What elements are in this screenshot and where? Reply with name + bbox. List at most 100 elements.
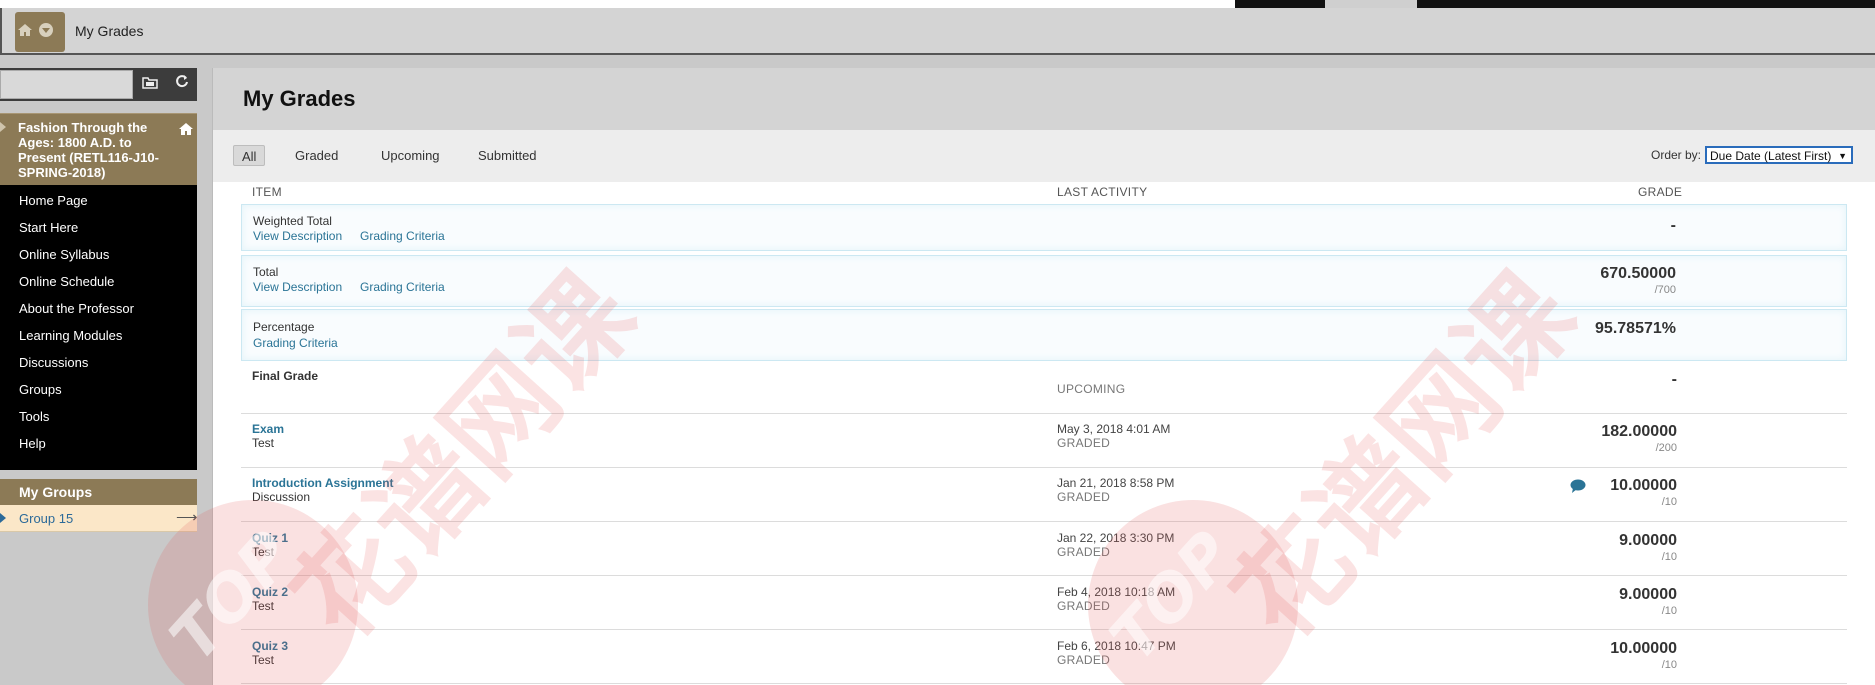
table-row: Exam Test May 3, 2018 4:01 AM GRADED 182… — [241, 414, 1847, 468]
course-header[interactable]: Fashion Through the Ages: 1800 A.D. to P… — [0, 113, 197, 185]
menu-item-home-page[interactable]: Home Page — [19, 193, 88, 208]
order-by-label: Order by: — [1651, 148, 1702, 162]
row-grade: 10.00000 — [1610, 640, 1677, 657]
top-strip — [0, 0, 1875, 8]
menu-item-discussions[interactable]: Discussions — [19, 355, 88, 370]
order-by-value: Due Date (Latest First) — [1710, 149, 1832, 163]
row-type: Test — [252, 599, 275, 613]
view-description-link[interactable]: View Description — [253, 280, 342, 294]
filter-bar: All Graded Upcoming Submitted Order by: … — [213, 130, 1875, 182]
comment-icon[interactable] — [1570, 479, 1586, 493]
row-status: GRADED — [1057, 545, 1111, 559]
row-activity: Feb 4, 2018 10:18 AM — [1057, 585, 1176, 599]
row-grade: 182.00000 — [1601, 423, 1677, 440]
row-grade: - — [1671, 371, 1677, 388]
row-title: Final Grade — [252, 369, 319, 383]
row-type: Test — [252, 653, 275, 667]
main-panel: My Grades All Graded Upcoming Submitted … — [212, 68, 1875, 685]
course-arrow-icon — [0, 122, 6, 132]
menu-item-online-schedule[interactable]: Online Schedule — [19, 274, 114, 289]
breadcrumb-menu[interactable] — [15, 12, 65, 52]
row-grade: 9.00000 — [1619, 532, 1677, 549]
row-grade: 670.50000 — [1600, 265, 1676, 282]
row-activity: Jan 21, 2018 8:58 PM — [1057, 476, 1175, 490]
app-root: My Grades Fashion Through the Ages: 1800… — [0, 0, 1875, 685]
group-item[interactable]: Group 15 ⟶ — [0, 505, 198, 532]
menu-item-help[interactable]: Help — [19, 436, 46, 451]
view-description-link[interactable]: View Description — [253, 229, 342, 243]
filter-upcoming[interactable]: Upcoming — [373, 145, 448, 166]
table-row: Quiz 3 Test Feb 6, 2018 10:47 PM GRADED … — [241, 630, 1847, 684]
menu-item-about-professor[interactable]: About the Professor — [19, 301, 134, 316]
course-menu: Home Page Start Here Online Syllabus Onl… — [0, 185, 197, 470]
table-row: Percentage Grading Criteria 95.78571% — [241, 309, 1847, 361]
chevron-down-icon: ▼ — [1838, 151, 1847, 161]
row-status: GRADED — [1057, 599, 1111, 613]
filter-graded[interactable]: Graded — [287, 145, 346, 166]
filter-all[interactable]: All — [233, 145, 266, 166]
grading-criteria-link[interactable]: Grading Criteria — [253, 336, 338, 350]
breadcrumb-title: My Grades — [75, 23, 144, 39]
column-last-activity[interactable]: LAST ACTIVITY — [1057, 185, 1147, 199]
sidebar-search-input[interactable] — [0, 70, 133, 99]
row-activity: Jan 22, 2018 3:30 PM — [1057, 531, 1175, 545]
row-type: Discussion — [252, 490, 311, 504]
row-type: Test — [252, 436, 275, 450]
menu-item-tools[interactable]: Tools — [19, 409, 49, 424]
menu-item-online-syllabus[interactable]: Online Syllabus — [19, 247, 109, 262]
table-row: Weighted Total View Description Grading … — [241, 204, 1847, 251]
top-strip-block — [1325, 0, 1417, 8]
my-groups-header[interactable]: My Groups — [0, 479, 197, 505]
course-title[interactable]: Fashion Through the Ages: 1800 A.D. to P… — [18, 120, 168, 180]
row-status: GRADED — [1057, 436, 1111, 450]
order-by-select[interactable]: Due Date (Latest First) ▼ — [1705, 146, 1853, 164]
menu-item-groups[interactable]: Groups — [19, 382, 62, 397]
row-title-link[interactable]: Quiz 3 — [252, 639, 288, 653]
row-grade: 10.00000 — [1610, 477, 1677, 494]
row-title-link[interactable]: Introduction Assignment — [252, 476, 394, 490]
row-type: Test — [252, 545, 275, 559]
arrow-right-icon[interactable]: ⟶ — [176, 508, 198, 526]
menu-item-start-here[interactable]: Start Here — [19, 220, 78, 235]
row-points: /200 — [1655, 442, 1677, 454]
row-title-link[interactable]: Quiz 1 — [252, 531, 288, 545]
home-icon[interactable] — [17, 22, 33, 38]
row-title-link[interactable]: Exam — [252, 422, 284, 436]
row-points: /10 — [1661, 605, 1677, 617]
group-arrow-icon — [0, 513, 6, 523]
row-status: GRADED — [1057, 490, 1111, 504]
refresh-icon[interactable] — [172, 74, 192, 94]
menu-item-learning-modules[interactable]: Learning Modules — [19, 328, 122, 343]
page-header: My Grades — [213, 68, 1875, 130]
folder-icon[interactable] — [140, 75, 160, 93]
table-row: Quiz 1 Test Jan 22, 2018 3:30 PM GRADED … — [241, 522, 1847, 576]
grading-criteria-link[interactable]: Grading Criteria — [360, 229, 445, 243]
chevron-down-icon[interactable] — [39, 23, 53, 37]
row-grade: - — [1670, 217, 1676, 234]
row-activity: Feb 6, 2018 10:47 PM — [1057, 639, 1176, 653]
breadcrumb-bar: My Grades — [0, 8, 1875, 55]
filter-submitted[interactable]: Submitted — [470, 145, 545, 166]
grading-criteria-link[interactable]: Grading Criteria — [360, 280, 445, 294]
row-points: /10 — [1661, 551, 1677, 563]
row-title-link[interactable]: Quiz 2 — [252, 585, 288, 599]
table-row: Introduction Assignment Discussion Jan 2… — [241, 468, 1847, 522]
row-points: /700 — [1654, 284, 1676, 296]
row-status: GRADED — [1057, 653, 1111, 667]
top-strip-block — [1417, 0, 1875, 8]
row-status: UPCOMING — [1057, 382, 1126, 396]
row-points: /10 — [1661, 496, 1677, 508]
sidebar-toolbar — [0, 68, 197, 101]
row-grade: 95.78571% — [1595, 320, 1676, 337]
home-icon[interactable] — [178, 121, 194, 137]
my-groups-title: My Groups — [19, 484, 93, 500]
column-grade[interactable]: GRADE — [1638, 185, 1682, 199]
column-item[interactable]: ITEM — [252, 185, 282, 199]
row-activity: May 3, 2018 4:01 AM — [1057, 422, 1171, 436]
group-label[interactable]: Group 15 — [19, 511, 73, 526]
top-strip-block — [1235, 0, 1325, 8]
table-row: Quiz 2 Test Feb 4, 2018 10:18 AM GRADED … — [241, 576, 1847, 630]
row-title: Total — [253, 265, 279, 279]
row-title: Percentage — [253, 320, 315, 334]
row-title: Weighted Total — [253, 214, 332, 228]
